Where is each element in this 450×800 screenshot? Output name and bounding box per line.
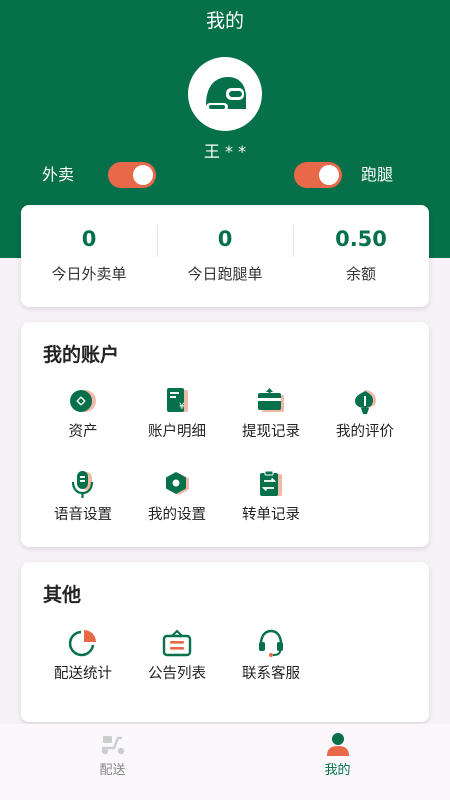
person-icon [327, 733, 349, 756]
menu-item-my-reviews[interactable]: 我的评价 [318, 386, 412, 456]
avatar[interactable] [188, 57, 262, 131]
tab-mine[interactable]: 我的 [225, 724, 450, 800]
menu-item-withdraw-records[interactable]: 提现记录 [224, 386, 318, 456]
menu-item-label: 联系客服 [242, 666, 300, 682]
menu-item-label: 配送统计 [54, 666, 112, 682]
menu-item-account-details[interactable]: ¥ 账户明细 [130, 386, 224, 456]
section-title-others: 其他 [43, 584, 82, 606]
stat-label: 今日跑腿单 [187, 265, 263, 283]
toggle-knob [319, 165, 339, 185]
menu-item-transfer-records[interactable]: 转单记录 [224, 469, 318, 539]
tab-label: 我的 [324, 763, 351, 778]
section-title-account: 我的账户 [43, 344, 120, 366]
receipt-icon: ¥ [167, 388, 188, 412]
stats-card: 0 今日外卖单 0 今日跑腿单 0.50 余额 [21, 205, 429, 307]
settings-hexagon-icon [166, 472, 189, 495]
helmet-icon [206, 77, 246, 111]
menu-item-delivery-stats[interactable]: 配送统计 [36, 628, 130, 698]
menu-item-label: 公告列表 [148, 666, 206, 682]
toggle-knob [133, 165, 153, 185]
headset-icon [259, 629, 283, 657]
tab-label: 配送 [99, 763, 126, 778]
menu-item-label: 语音设置 [54, 507, 112, 523]
scooter-icon [101, 736, 125, 755]
bottom-tab-bar: 配送 我的 [0, 724, 450, 800]
toggle-label-errand: 跑腿 [361, 165, 394, 184]
errand-toggle[interactable] [294, 162, 342, 188]
username: 王 * * [203, 142, 247, 161]
microphone-icon [71, 471, 94, 498]
stat-balance[interactable]: 0.50 余额 [293, 205, 429, 307]
stat-takeaway-orders[interactable]: 0 今日外卖单 [21, 205, 157, 307]
withdraw-card-icon [258, 388, 284, 412]
menu-item-assets[interactable]: 资产 [36, 386, 130, 456]
menu-item-my-settings[interactable]: 我的设置 [130, 469, 224, 539]
bulletin-board-icon [162, 629, 192, 657]
stat-errand-orders[interactable]: 0 今日跑腿单 [157, 205, 293, 307]
stat-value: 0.50 [335, 227, 387, 251]
page-title: 我的 [205, 10, 244, 32]
menu-item-label: 账户明细 [148, 424, 206, 440]
stat-label: 余额 [345, 265, 376, 283]
menu-item-bulletin-list[interactable]: 公告列表 [130, 628, 224, 698]
wallet-icon [70, 390, 96, 412]
others-card: 其他 配送统计 公告列表 联系客服 [21, 562, 429, 722]
pie-chart-icon [68, 630, 96, 657]
stat-value: 0 [217, 227, 233, 251]
menu-item-label: 资产 [68, 424, 98, 440]
takeaway-toggle[interactable] [108, 162, 156, 188]
account-card: 我的账户 资产 ¥ 账户明细 提现记录 我的评价 语音设置 我的设置 转单记录 [21, 322, 429, 547]
svg-text:¥: ¥ [179, 402, 185, 412]
flower-icon [355, 390, 376, 414]
transfer-clipboard-icon [260, 470, 282, 496]
stat-label: 今日外卖单 [51, 265, 127, 283]
menu-item-voice-settings[interactable]: 语音设置 [36, 469, 130, 539]
menu-item-label: 我的设置 [148, 507, 206, 523]
stat-value: 0 [81, 227, 97, 251]
menu-item-label: 我的评价 [336, 424, 394, 440]
toggle-label-takeaway: 外卖 [42, 165, 75, 184]
menu-item-label: 提现记录 [242, 424, 300, 440]
menu-item-contact-support[interactable]: 联系客服 [224, 628, 318, 698]
menu-item-label: 转单记录 [242, 507, 300, 523]
tab-delivery[interactable]: 配送 [0, 724, 225, 800]
